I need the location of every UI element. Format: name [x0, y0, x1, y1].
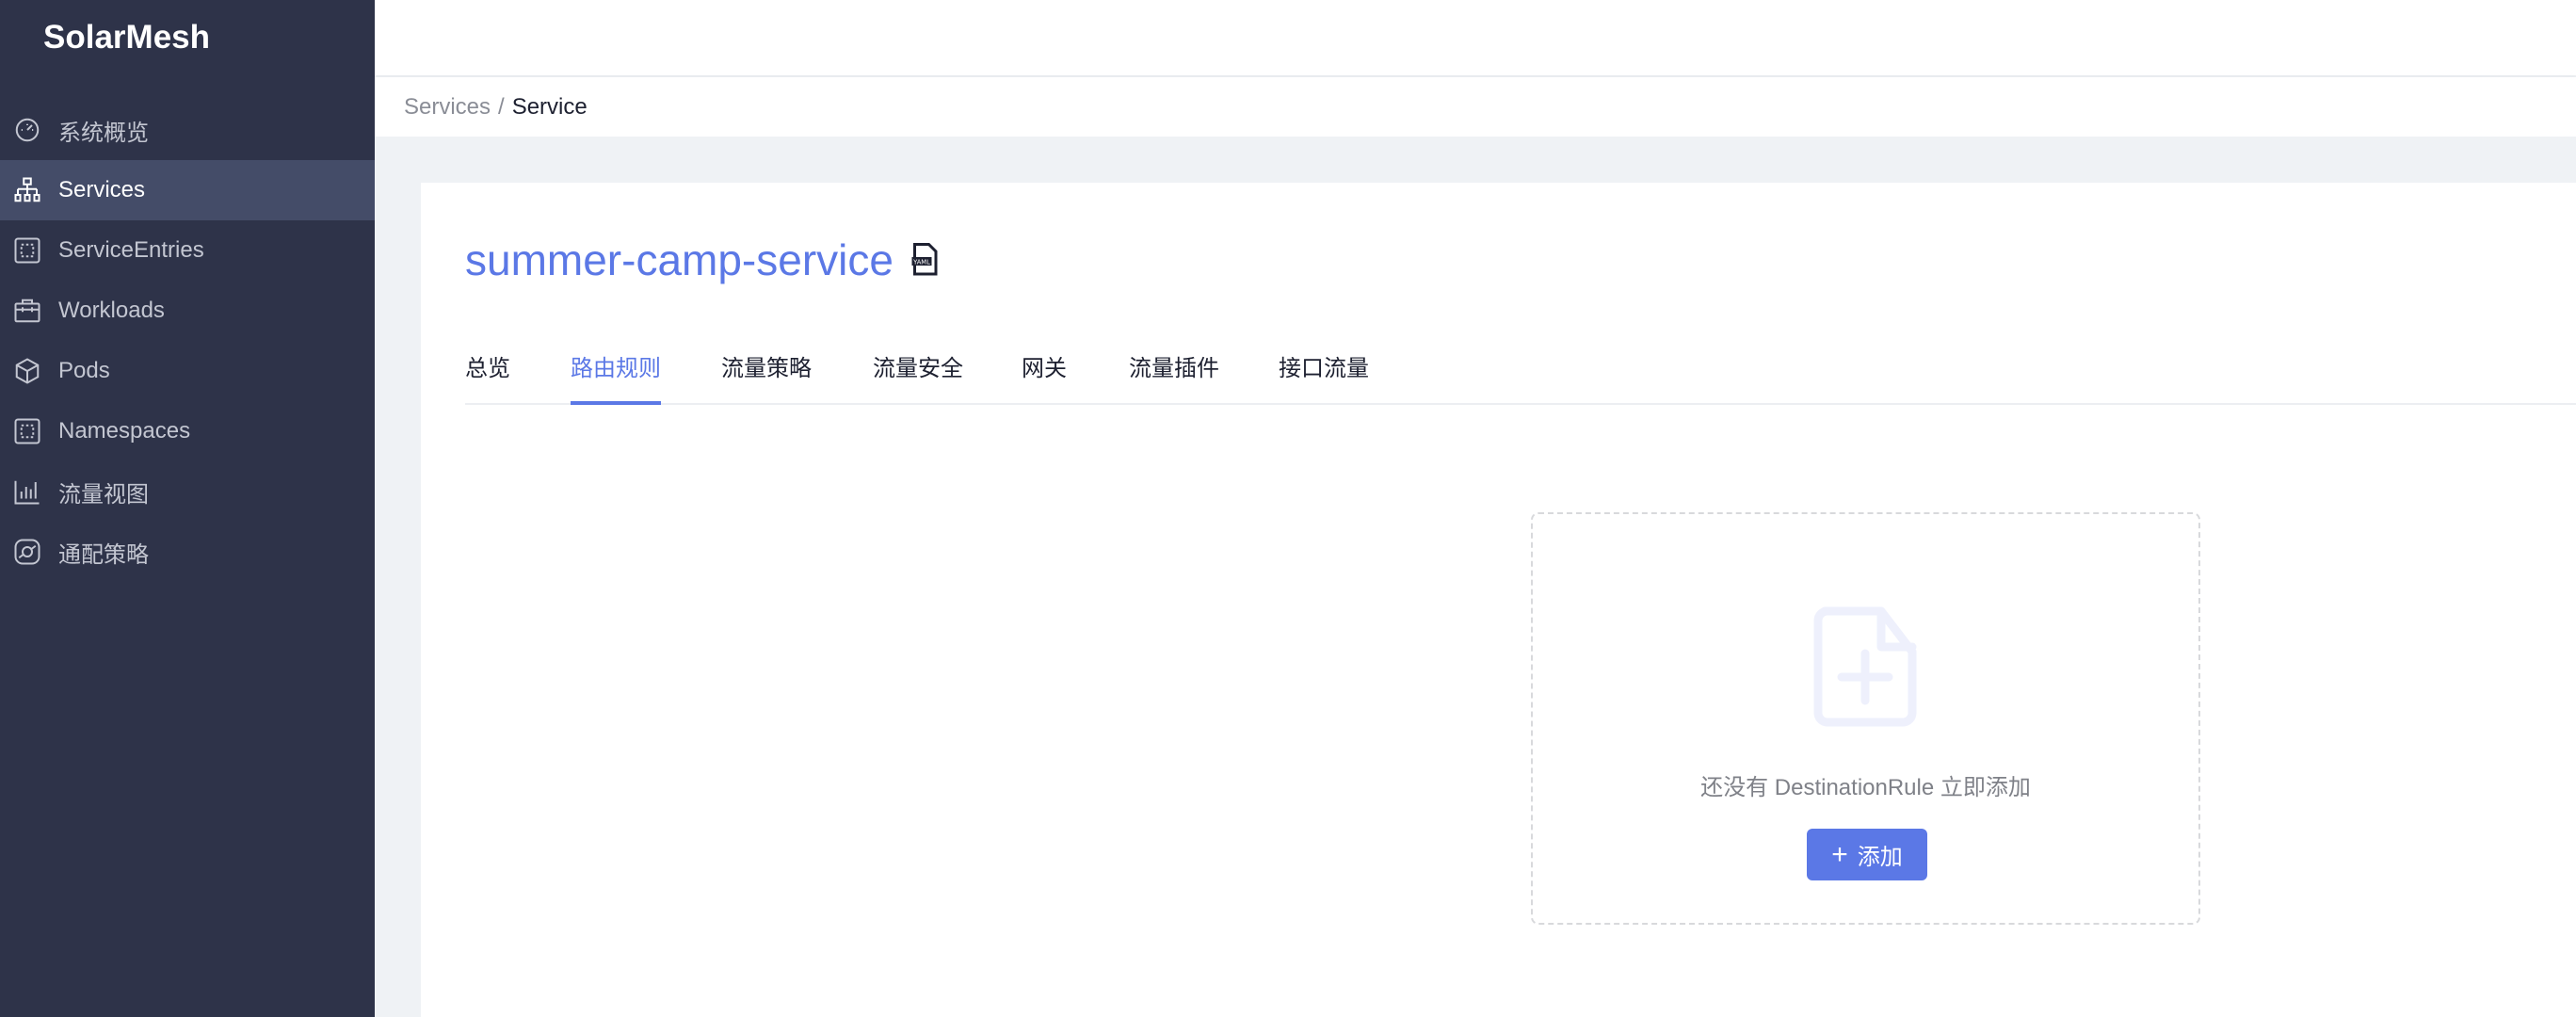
- page-title-row: summer-camp-service YAML: [465, 234, 939, 285]
- yaml-file-icon[interactable]: YAML: [910, 243, 939, 277]
- add-button-label: 添加: [1857, 845, 1903, 870]
- empty-state-message: 还没有 DestinationRule 立即添加: [1700, 775, 2031, 800]
- tab-routing-rules[interactable]: 路由规则: [571, 352, 661, 405]
- breadcrumb-current: Service: [511, 93, 588, 120]
- briefcase-icon: [14, 299, 40, 323]
- tab-traffic-policy[interactable]: 流量策略: [721, 352, 812, 405]
- sidebar-item-label: Pods: [58, 358, 110, 383]
- top-header: [375, 0, 2576, 75]
- sidebar-item-workloads[interactable]: Workloads: [0, 281, 375, 341]
- sidebar-item-label: Namespaces: [58, 418, 191, 444]
- sidebar-item-label: 系统概览: [58, 120, 149, 146]
- tab-gateway[interactable]: 网关: [1022, 352, 1067, 405]
- page-title: summer-camp-service: [465, 235, 894, 284]
- sidebar-item-label: Services: [58, 177, 146, 202]
- add-destination-rule-button[interactable]: + 添加: [1807, 829, 1927, 880]
- plus-icon: +: [1831, 838, 1848, 870]
- tab-traffic-plugins[interactable]: 流量插件: [1129, 352, 1219, 405]
- sidebar-item-namespaces[interactable]: Namespaces: [0, 401, 375, 461]
- tab-traffic-security[interactable]: 流量安全: [873, 352, 963, 405]
- bar-chart-icon: [14, 480, 40, 505]
- policy-icon: [14, 539, 40, 565]
- service-detail-card: summer-camp-service YAML 总览 路由规则 流量策略 流量…: [421, 183, 2576, 1017]
- breadcrumb: Services / Service: [375, 77, 2576, 137]
- breadcrumb-separator: /: [498, 93, 505, 120]
- dashboard-icon: [15, 118, 40, 142]
- sidebar-item-wildcard-policy[interactable]: 通配策略: [0, 522, 375, 582]
- cube-icon: [15, 358, 40, 384]
- app-logo[interactable]: SolarMesh: [43, 19, 210, 56]
- sidebar-item-pods[interactable]: Pods: [0, 341, 375, 401]
- sitemap-icon: [14, 177, 40, 202]
- tab-bar: 总览 路由规则 流量策略 流量安全 网关 流量插件 接口流量: [465, 352, 2576, 405]
- sidebar: SolarMesh 系统概览 Services ServiceEntries W…: [0, 0, 375, 1017]
- sidebar-item-label: 流量视图: [58, 481, 149, 508]
- sidebar-item-traffic-view[interactable]: 流量视图: [0, 461, 375, 522]
- breadcrumb-services-link[interactable]: Services: [404, 94, 491, 121]
- tab-overview[interactable]: 总览: [465, 352, 510, 405]
- sidebar-item-overview[interactable]: 系统概览: [0, 100, 375, 160]
- yaml-label: YAML: [912, 259, 930, 266]
- empty-state: 还没有 DestinationRule 立即添加 + 添加: [1531, 512, 2200, 925]
- sidebar-item-label: Workloads: [58, 298, 165, 323]
- sidebar-item-label: ServiceEntries: [58, 237, 204, 263]
- tab-api-traffic[interactable]: 接口流量: [1279, 352, 1369, 405]
- dashed-square-icon: [14, 237, 40, 264]
- sidebar-item-serviceentries[interactable]: ServiceEntries: [0, 220, 375, 281]
- sidebar-item-services[interactable]: Services: [0, 160, 375, 220]
- dashed-square-icon: [14, 418, 40, 444]
- file-add-icon: [1813, 606, 1917, 727]
- sidebar-item-label: 通配策略: [58, 541, 149, 568]
